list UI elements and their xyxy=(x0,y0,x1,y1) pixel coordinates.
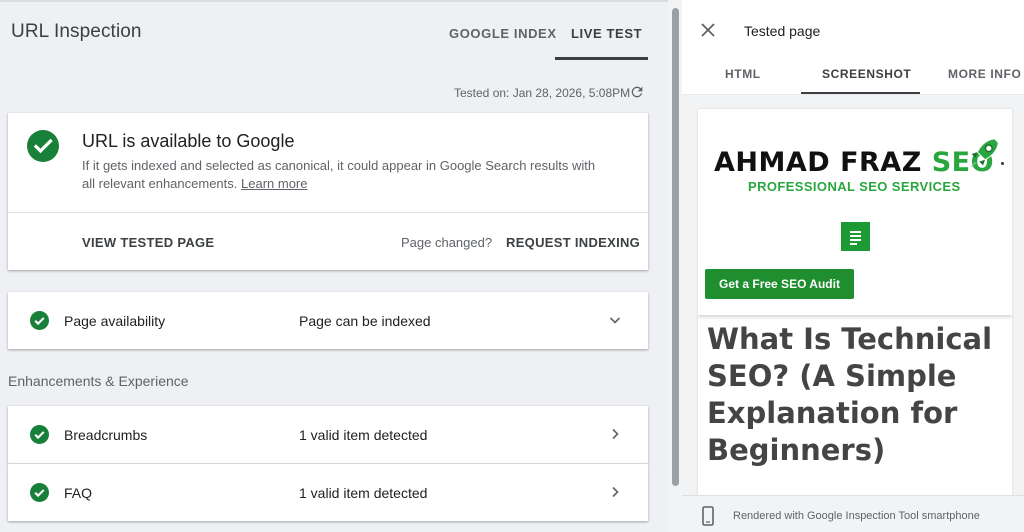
view-tested-page-button[interactable]: VIEW TESTED PAGE xyxy=(82,235,214,250)
site-header: AHMAD FRAZ SEO PROFESSIONAL SEO SERVICES… xyxy=(698,109,1012,315)
check-circle-icon xyxy=(30,425,49,444)
row-name: Page availability xyxy=(64,313,166,329)
row-value: Page can be indexed xyxy=(299,313,431,329)
tab-more-info[interactable]: MORE INFO xyxy=(948,67,1021,81)
tab-html[interactable]: HTML xyxy=(725,67,761,81)
render-info-text: Rendered with Google Inspection Tool sma… xyxy=(733,510,980,522)
status-title: URL is available to Google xyxy=(82,131,295,151)
article-heading: What Is Technical SEO? (A Simple Explana… xyxy=(707,322,993,467)
panel-title: Tested page xyxy=(744,23,821,39)
enhancement-row-breadcrumbs[interactable]: Breadcrumbs 1 valid item detected xyxy=(8,406,648,463)
page-availability-row[interactable]: Page availability Page can be indexed xyxy=(8,292,648,349)
inspection-pane: URL Inspection GOOGLE INDEX LIVE TEST Te… xyxy=(0,0,668,532)
enhancement-row-faq[interactable]: FAQ 1 valid item detected xyxy=(8,464,648,521)
status-description-text: If it gets indexed and selected as canon… xyxy=(82,158,596,191)
check-circle-icon xyxy=(27,130,59,162)
refresh-icon[interactable] xyxy=(629,84,645,100)
url-status-card: URL is available to Google If it gets in… xyxy=(8,113,648,270)
tab-google-index[interactable]: GOOGLE INDEX xyxy=(449,26,557,41)
active-tab-indicator xyxy=(555,57,648,60)
row-value: 1 valid item detected xyxy=(299,485,428,501)
check-circle-icon xyxy=(30,311,49,330)
row-name: Breadcrumbs xyxy=(64,427,148,443)
card-divider xyxy=(8,212,648,213)
chevron-right-icon xyxy=(612,486,619,498)
rendered-page-screenshot: AHMAD FRAZ SEO PROFESSIONAL SEO SERVICES… xyxy=(698,109,1012,495)
enhancements-section-label: Enhancements & Experience xyxy=(8,373,189,389)
smartphone-icon xyxy=(702,506,714,526)
page-changed-label: Page changed? xyxy=(401,235,493,250)
row-name: FAQ xyxy=(64,485,93,501)
check-circle-icon xyxy=(30,483,49,502)
request-indexing-button[interactable]: REQUEST INDEXING xyxy=(506,235,640,250)
chevron-down-icon xyxy=(609,317,621,324)
tab-screenshot[interactable]: SCREENSHOT xyxy=(822,67,911,81)
tested-on-timestamp: Tested on: Jan 28, 2026, 5:08PM xyxy=(454,86,631,100)
site-tagline: PROFESSIONAL SEO SERVICES xyxy=(748,179,961,194)
rocket-icon xyxy=(970,138,999,168)
tab-live-test[interactable]: LIVE TEST xyxy=(571,26,642,41)
close-icon[interactable] xyxy=(700,22,716,38)
free-audit-cta: Get a Free SEO Audit xyxy=(705,269,854,299)
page-title: URL Inspection xyxy=(11,21,142,42)
site-logo-text: AHMAD FRAZ SEO xyxy=(714,147,994,178)
learn-more-link[interactable]: Learn more xyxy=(241,176,307,191)
logo-name: AHMAD FRAZ xyxy=(714,147,932,178)
tested-page-panel: Tested page HTML SCREENSHOT MORE INFO AH… xyxy=(682,0,1024,532)
chevron-right-icon xyxy=(612,428,619,440)
screenshot-viewport[interactable]: AHMAD FRAZ SEO PROFESSIONAL SEO SERVICES… xyxy=(682,95,1024,495)
row-value: 1 valid item detected xyxy=(299,427,428,443)
status-description: If it gets indexed and selected as canon… xyxy=(82,157,602,193)
hamburger-menu-icon xyxy=(841,222,870,251)
logo-dot xyxy=(1001,162,1004,165)
panel-footer: Rendered with Google Inspection Tool sma… xyxy=(682,495,1024,532)
scrollbar-thumb[interactable] xyxy=(672,8,679,486)
